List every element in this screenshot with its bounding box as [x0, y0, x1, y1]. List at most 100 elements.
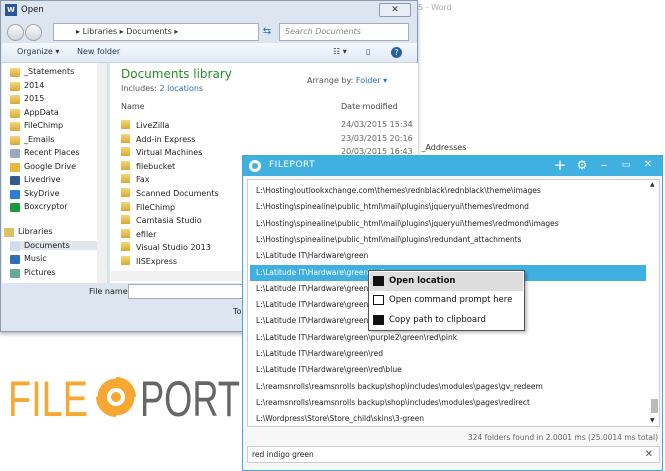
help-icon[interactable]: ?	[391, 47, 402, 58]
result-row[interactable]: L:\reamsnrolls\reamsnrolls backup\shop\i…	[250, 379, 646, 395]
file-row[interactable]: Visual Studio 2013	[121, 242, 211, 252]
fileport-search-input[interactable]: red indigo green ✕	[247, 446, 660, 463]
new-folder-button[interactable]: New folder	[77, 47, 120, 56]
fileport-logo-icon	[249, 160, 261, 172]
add-icon[interactable]: +	[551, 156, 569, 174]
result-row[interactable]: L:\Latitude IT\Hardware\green\red\blue	[250, 362, 646, 378]
clipboard-icon	[373, 315, 384, 325]
tools-button[interactable]: To	[233, 307, 241, 316]
file-row[interactable]: filebucket	[121, 160, 175, 171]
close-button[interactable]: ✕	[639, 159, 657, 170]
result-row[interactable]: L:\reamsnrolls\reamsnrolls backup\shop\i…	[250, 395, 646, 411]
arrange-by: Arrange by: Folder ▾	[307, 76, 388, 85]
folder-icon	[10, 95, 20, 104]
maximize-button[interactable]: ▭	[617, 160, 635, 170]
dialog-title: Open	[21, 5, 44, 15]
arrange-by-dropdown[interactable]: Folder ▾	[356, 76, 387, 85]
folder-icon	[121, 133, 130, 143]
scrollbar-thumb[interactable]	[651, 399, 658, 413]
file-row[interactable]: Fax	[121, 174, 150, 184]
result-row[interactable]: L:\Hosting\spinealine\public_html\mail\p…	[250, 232, 646, 248]
navigation-pane: _Statements 2014 2015 AppData FileChimp _Emai…	[2, 63, 108, 283]
folder-icon	[121, 215, 130, 225]
library-title: Documents library	[121, 67, 232, 81]
nav-item-filechimp[interactable]: FileChimp	[10, 121, 63, 131]
result-row[interactable]: L:\Hosting\outlookxchange.com\themes\red…	[250, 183, 646, 199]
nav-item--statements[interactable]: _Statements	[10, 67, 74, 77]
result-row[interactable]: L:\Latitude IT\Hardware\green	[250, 248, 646, 264]
folder-icon	[121, 188, 130, 197]
livedrive-icon	[10, 176, 20, 185]
folder-icon	[121, 160, 130, 170]
gear-icon[interactable]: ⚙	[573, 158, 591, 172]
breadcrumb-libraries[interactable]: Libraries	[83, 27, 118, 36]
minimize-button[interactable]: –	[595, 158, 613, 172]
folder-icon	[121, 228, 130, 238]
file-row[interactable]: LiveZilla	[121, 120, 169, 130]
breadcrumb-documents[interactable]: Documents	[126, 27, 172, 36]
organize-button[interactable]: Organize ▾	[17, 47, 59, 56]
nav-item-music[interactable]: Music	[10, 254, 47, 264]
clear-search-icon[interactable]: ✕	[645, 447, 653, 462]
column-header-name[interactable]: Name	[121, 102, 145, 111]
address-bar[interactable]: ▸ Libraries ▸ Documents ▸	[53, 23, 259, 41]
nav-item-libraries[interactable]: Libraries	[4, 227, 53, 237]
nav-item-appdata[interactable]: AppData	[10, 108, 59, 118]
file-name-label: File name:	[89, 287, 131, 296]
fileport-title: FILEPORT	[269, 160, 316, 170]
menu-item-copy-path[interactable]: Copy path to clipboard	[370, 311, 523, 330]
navigation-scrollbar[interactable]	[97, 63, 107, 283]
search-input[interactable]: Search Documents	[279, 23, 409, 41]
skydrive-icon	[10, 189, 20, 199]
svg-text:FILE: FILE	[8, 372, 88, 422]
nav-item-2014[interactable]: 2014	[10, 81, 44, 91]
nav-item-2015[interactable]: 2015	[10, 94, 44, 104]
results-scrollbar[interactable]: ▲ ▼	[650, 181, 659, 426]
result-row[interactable]: L:\Hosting\spinealine\public_html\mail\p…	[250, 199, 646, 215]
refresh-icon[interactable]: ⇆	[259, 23, 275, 41]
file-row[interactable]: Virtual Machines	[121, 147, 202, 157]
nav-item-boxcryptor[interactable]: Boxcryptor	[10, 202, 68, 212]
folder-open-icon	[373, 276, 384, 286]
file-row[interactable]: Add-in Express	[121, 133, 195, 144]
forward-button[interactable]	[25, 24, 42, 41]
file-row[interactable]: FileChimp	[121, 201, 175, 212]
preview-pane-icon[interactable]: ▯	[366, 47, 370, 56]
column-header-date[interactable]: Date modified	[341, 102, 398, 111]
back-button[interactable]	[7, 24, 24, 41]
result-row[interactable]: L:\Latitude IT\Hardware\green\purple2\gr…	[250, 330, 646, 346]
folder-icon	[121, 242, 130, 252]
documents-icon	[10, 241, 20, 251]
background-addresses-item: » _Addresses	[414, 143, 467, 152]
result-row[interactable]: L:\Wordpress\Store\Store_child\skins\3-g…	[250, 411, 646, 427]
fileport-logo: FILE PORT	[8, 372, 240, 422]
nav-item-livedrive[interactable]: Livedrive	[10, 175, 61, 185]
libraries-icon	[4, 228, 14, 237]
nav-item-skydrive[interactable]: SkyDrive	[10, 189, 60, 199]
nav-item-documents[interactable]: Documents	[10, 240, 102, 251]
folder-icon	[10, 68, 20, 77]
close-button[interactable]: ✕	[379, 3, 411, 17]
result-row[interactable]: L:\Latitude IT\Hardware\green\red	[250, 346, 646, 362]
file-date: 24/03/2015 15:34	[341, 120, 413, 129]
recent-places-icon	[10, 149, 20, 158]
folder-icon	[121, 147, 130, 157]
folder-icon	[121, 120, 130, 129]
word-icon: W	[5, 4, 17, 16]
view-options-icon[interactable]: ☷ ▾	[333, 47, 347, 56]
file-row[interactable]: Scanned Documents	[121, 188, 219, 198]
locations-link[interactable]: 2 locations	[160, 84, 204, 93]
file-row[interactable]: IISExpress	[121, 256, 177, 266]
menu-item-open-location[interactable]: Open location	[370, 272, 523, 291]
nav-item-pictures[interactable]: Pictures	[10, 268, 56, 278]
file-row[interactable]: Camtasia Studio	[121, 215, 202, 225]
nav-item--emails[interactable]: _Emails	[10, 135, 54, 145]
menu-item-open-command-prompt[interactable]: Open command prompt here	[370, 291, 523, 310]
nav-item-google-drive[interactable]: Google Drive	[10, 162, 76, 172]
result-row[interactable]: L:\Hosting\spinealine\public_html\mail\p…	[250, 216, 646, 232]
svg-text:PORT: PORT	[140, 372, 240, 422]
file-row[interactable]: efiler	[121, 228, 156, 239]
nav-item-recent-places[interactable]: Recent Places	[10, 148, 80, 158]
folder-icon	[121, 201, 130, 211]
includes-label: Includes: 2 locations	[121, 84, 204, 93]
